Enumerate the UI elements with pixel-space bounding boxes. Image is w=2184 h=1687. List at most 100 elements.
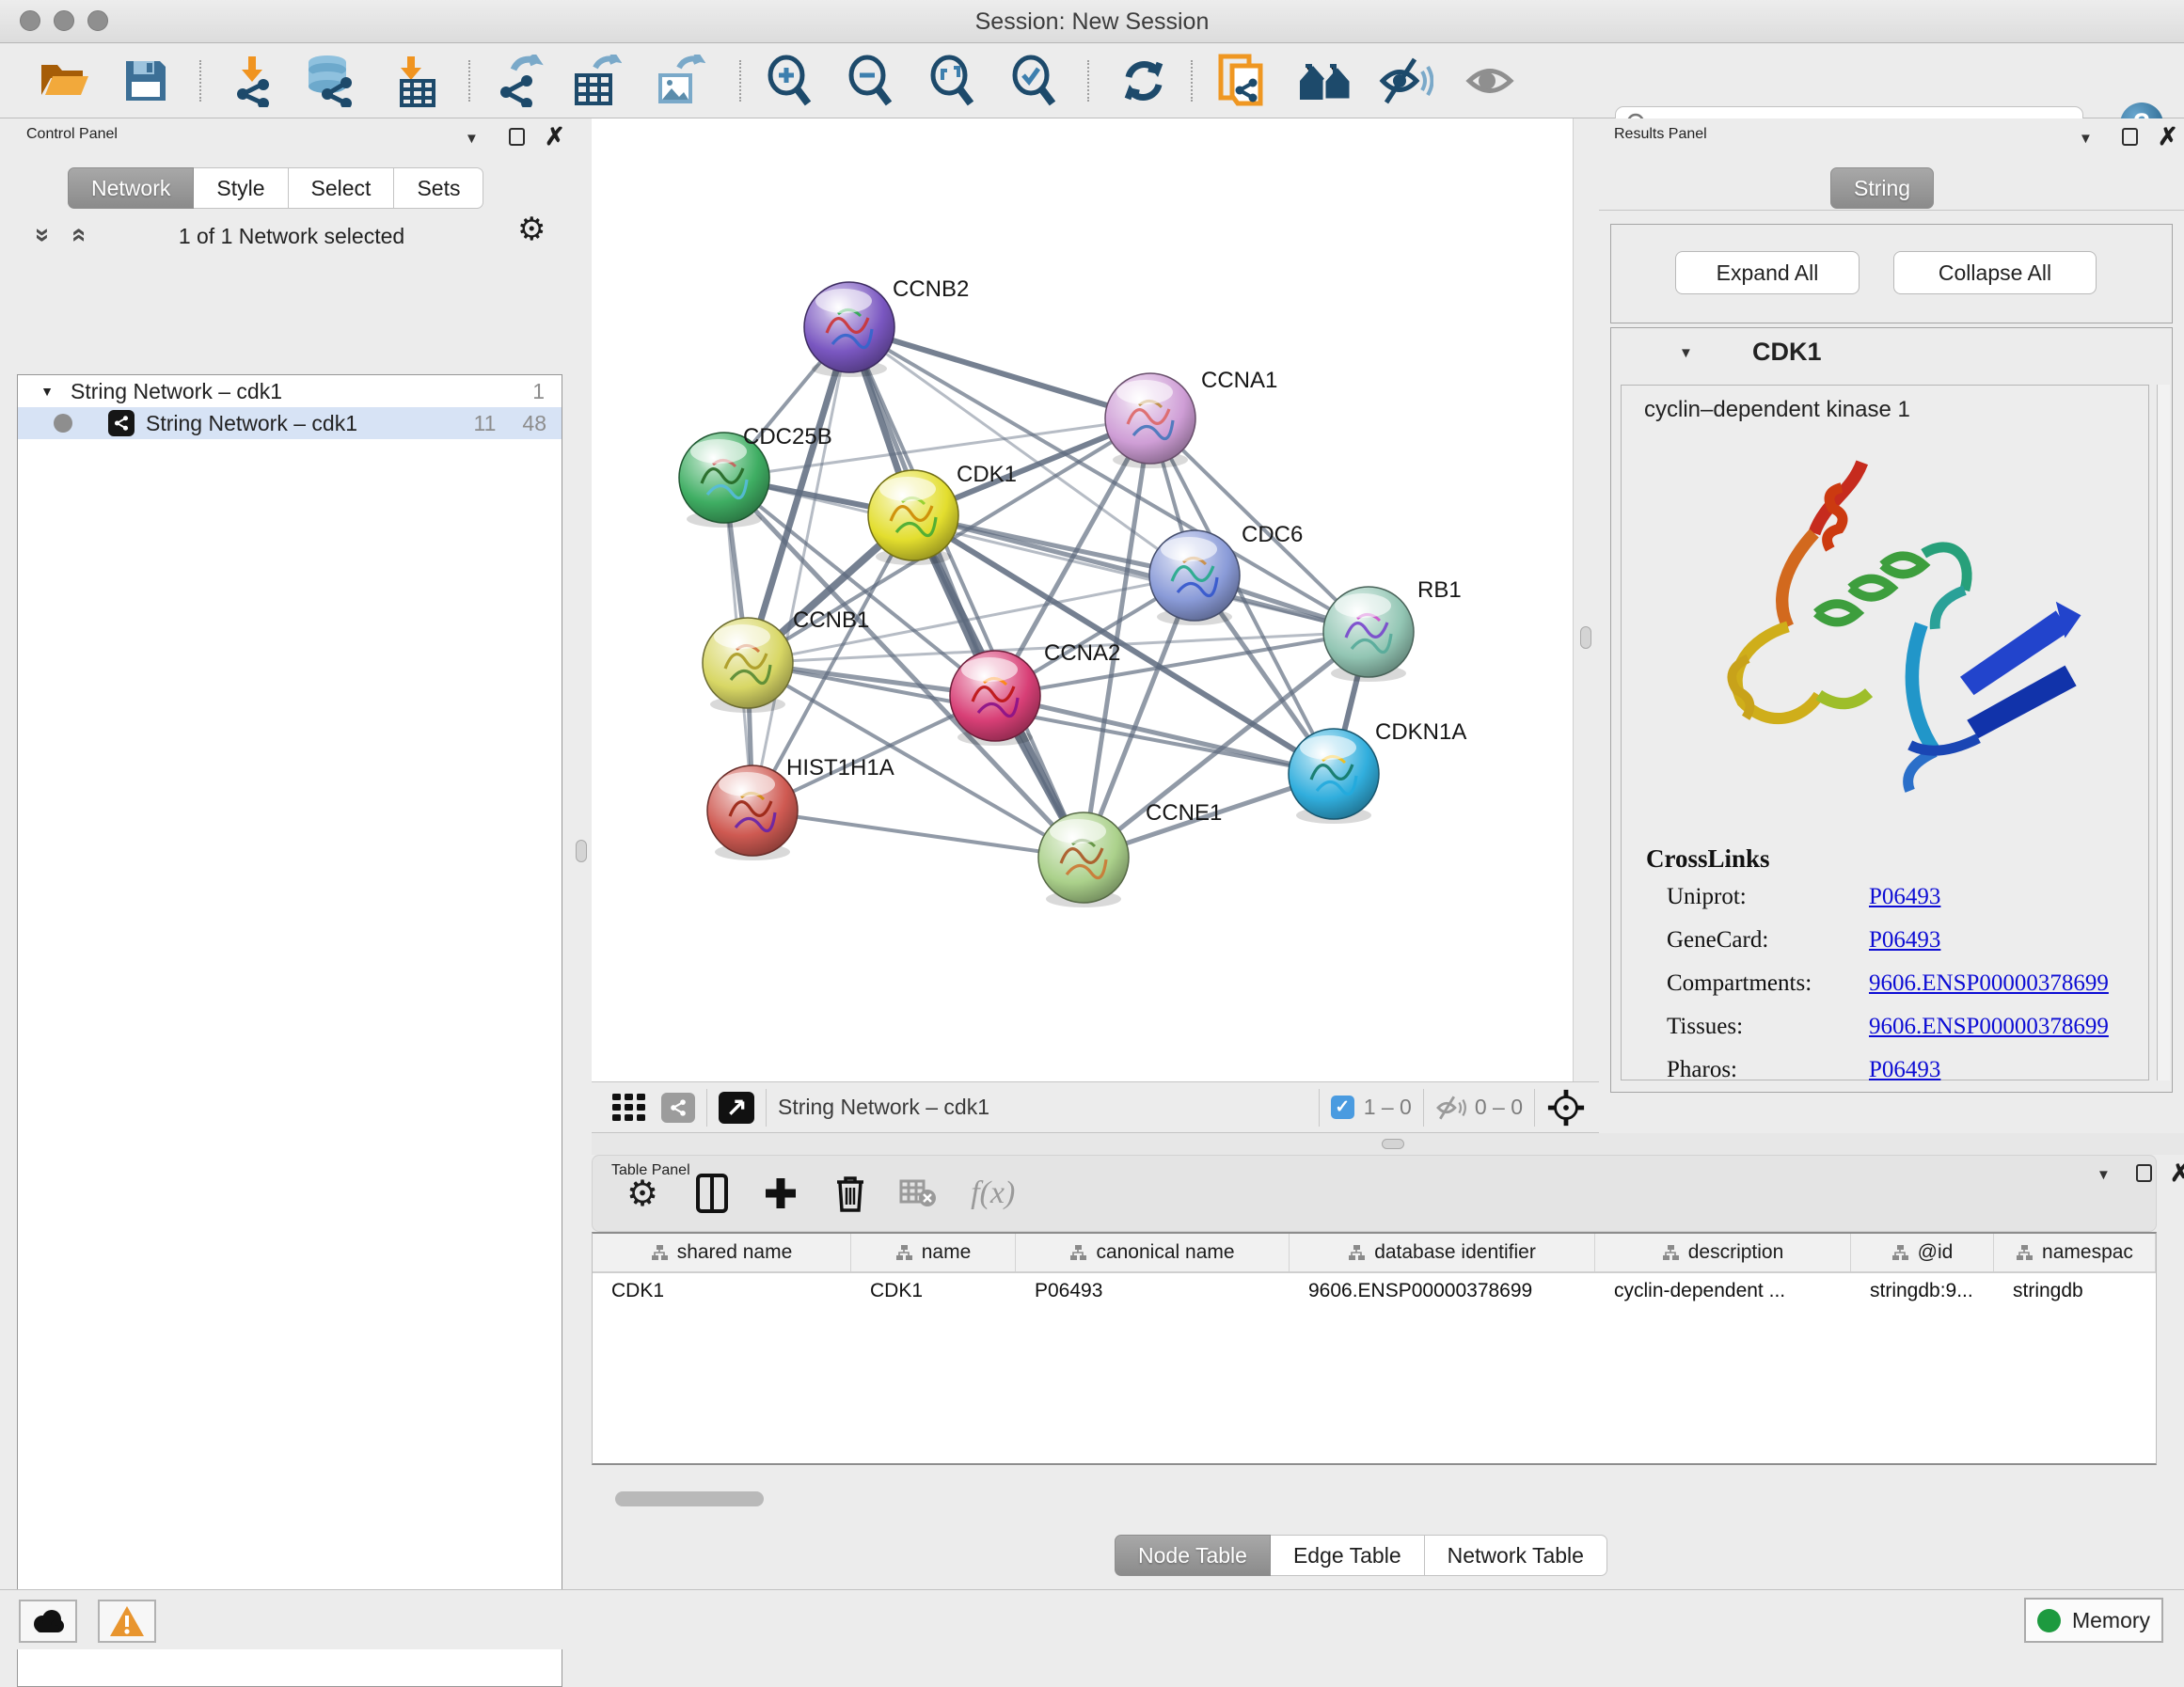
save-session-icon[interactable] bbox=[122, 56, 169, 105]
tab-select[interactable]: Select bbox=[289, 167, 395, 209]
network-canvas[interactable]: CCNB2CCNA1CDC25BCDK1CDC6RB1CCNB1CCNA2CDK… bbox=[592, 118, 1573, 1081]
horizontal-splitter[interactable] bbox=[592, 1133, 2184, 1155]
memory-button[interactable]: Memory bbox=[2024, 1598, 2163, 1643]
column-header-canonical-name[interactable]: canonical name bbox=[1016, 1234, 1290, 1271]
section-expander-icon[interactable]: ▼ bbox=[1679, 345, 1693, 361]
first-neighbors-icon[interactable] bbox=[1296, 56, 1356, 105]
tab-style[interactable]: Style bbox=[194, 167, 288, 209]
column-header-name[interactable]: name bbox=[851, 1234, 1016, 1271]
add-column-icon[interactable] bbox=[764, 1176, 798, 1210]
export-network-icon[interactable] bbox=[495, 56, 549, 105]
table-cell[interactable]: 9606.ENSP00000378699 bbox=[1290, 1273, 1595, 1309]
crosslink-link[interactable]: P06493 bbox=[1869, 927, 1940, 954]
network-node-HIST1H1A[interactable]: HIST1H1A bbox=[707, 755, 894, 860]
selected-nodes-checkbox[interactable]: ✓ bbox=[1331, 1096, 1354, 1119]
network-options-gear-icon[interactable]: ⚙ bbox=[517, 211, 546, 248]
expand-all-button[interactable]: Expand All bbox=[1675, 251, 1860, 294]
network-node-CCNE1[interactable]: CCNE1 bbox=[1038, 800, 1222, 907]
right-splitter[interactable] bbox=[1573, 118, 1599, 1081]
table-cell[interactable]: stringdb:9... bbox=[1851, 1273, 1994, 1309]
zoom-in-icon[interactable] bbox=[764, 56, 815, 105]
export-image-icon[interactable] bbox=[651, 56, 705, 105]
detach-view-icon[interactable] bbox=[719, 1092, 754, 1124]
column-header-@id[interactable]: @id bbox=[1851, 1234, 1994, 1271]
column-type-icon bbox=[1348, 1244, 1365, 1261]
tab-string[interactable]: String bbox=[1830, 167, 1934, 209]
panel-float-icon[interactable] bbox=[2136, 1164, 2152, 1187]
network-edge-HIST1H1A-CCNE1[interactable] bbox=[752, 811, 1084, 858]
network-node-RB1[interactable]: RB1 bbox=[1323, 577, 1462, 682]
table-cell[interactable]: cyclin-dependent ... bbox=[1595, 1273, 1851, 1309]
crosslink-link[interactable]: 9606.ENSP00000378699 bbox=[1869, 970, 2109, 997]
delete-table-icon[interactable] bbox=[899, 1179, 937, 1207]
panel-close-icon[interactable]: ✗ bbox=[2158, 122, 2178, 151]
tree-expander-icon[interactable]: ▼ bbox=[18, 384, 54, 399]
hide-selected-icon[interactable] bbox=[1379, 56, 1433, 105]
table-row[interactable]: CDK1CDK1P064939606.ENSP00000378699cyclin… bbox=[593, 1273, 2156, 1309]
network-row-selected[interactable]: String Network – cdk1 11 48 bbox=[18, 407, 562, 439]
column-header-namespac[interactable]: namespac bbox=[1994, 1234, 2156, 1271]
warnings-button[interactable] bbox=[98, 1600, 156, 1643]
network-node-CCNA1[interactable]: CCNA1 bbox=[1105, 368, 1277, 468]
column-header-shared-name[interactable]: shared name bbox=[593, 1234, 851, 1271]
select-columns-icon[interactable] bbox=[696, 1174, 728, 1213]
import-network-from-database-icon[interactable] bbox=[303, 56, 361, 105]
network-selection-status: 1 of 1 Network selected bbox=[0, 224, 583, 249]
network-view-share-icon[interactable] bbox=[661, 1093, 695, 1123]
network-edge-CCNA2-CDKN1A[interactable] bbox=[995, 696, 1334, 774]
import-network-icon[interactable] bbox=[228, 56, 280, 105]
panel-float-icon[interactable] bbox=[2122, 128, 2138, 150]
table-cell[interactable]: P06493 bbox=[1016, 1273, 1290, 1309]
panel-menu-icon[interactable]: ▼ bbox=[465, 131, 479, 147]
tab-edge-table[interactable]: Edge Table bbox=[1271, 1535, 1425, 1576]
tab-network[interactable]: Network bbox=[68, 167, 194, 209]
toolbar-separator bbox=[1087, 60, 1089, 102]
crosslink-link[interactable]: 9606.ENSP00000378699 bbox=[1869, 1014, 2109, 1040]
export-table-icon[interactable] bbox=[569, 56, 622, 105]
crosslink-label: GeneCard: bbox=[1667, 927, 1869, 954]
clone-network-icon[interactable] bbox=[1215, 56, 1270, 105]
network-node-CDKN1A[interactable]: CDKN1A bbox=[1289, 719, 1466, 824]
table-cell[interactable]: CDK1 bbox=[593, 1273, 851, 1309]
column-header-description[interactable]: description bbox=[1595, 1234, 1851, 1271]
network-collection-row[interactable]: ▼ String Network – cdk1 1 bbox=[18, 375, 562, 407]
show-all-icon[interactable] bbox=[1464, 56, 1518, 105]
tab-network-table[interactable]: Network Table bbox=[1425, 1535, 1607, 1576]
hidden-elements-icon[interactable] bbox=[1435, 1095, 1467, 1121]
horizontal-splitter-handle[interactable] bbox=[1382, 1139, 1404, 1149]
right-splitter-handle[interactable] bbox=[1580, 626, 1591, 649]
cloud-button[interactable] bbox=[19, 1600, 77, 1643]
crosslink-link[interactable]: P06493 bbox=[1869, 1057, 1940, 1083]
table-cell[interactable]: stringdb bbox=[1994, 1273, 2156, 1309]
results-scrollbar[interactable] bbox=[2157, 385, 2170, 1080]
panel-close-icon[interactable]: ✗ bbox=[2170, 1159, 2184, 1188]
tab-node-table[interactable]: Node Table bbox=[1115, 1535, 1271, 1576]
network-node-CCNB1[interactable]: CCNB1 bbox=[703, 607, 869, 713]
tab-sets[interactable]: Sets bbox=[394, 167, 483, 209]
table-horizontal-scrollbar[interactable] bbox=[615, 1491, 764, 1506]
collapse-all-button[interactable]: Collapse All bbox=[1893, 251, 2097, 294]
panel-menu-icon[interactable]: ▼ bbox=[2079, 131, 2093, 147]
left-splitter-handle[interactable] bbox=[576, 840, 587, 862]
zoom-out-icon[interactable] bbox=[845, 56, 895, 105]
panel-float-icon[interactable] bbox=[509, 128, 525, 150]
import-table-icon[interactable] bbox=[390, 56, 439, 105]
zoom-selected-icon[interactable] bbox=[1008, 56, 1059, 105]
open-session-icon[interactable] bbox=[38, 56, 90, 105]
birds-eye-crosshair-icon[interactable] bbox=[1546, 1088, 1586, 1127]
panel-menu-icon[interactable]: ▼ bbox=[2097, 1167, 2111, 1183]
grid-view-icon[interactable] bbox=[612, 1094, 646, 1122]
crosslink-link[interactable]: P06493 bbox=[1869, 884, 1940, 910]
delete-column-icon[interactable] bbox=[835, 1175, 865, 1212]
panel-close-icon[interactable]: ✗ bbox=[545, 122, 565, 151]
toolbar-separator bbox=[1191, 60, 1193, 102]
network-edge-CCNB2-CCNA1[interactable] bbox=[849, 327, 1150, 418]
column-header-database-identifier[interactable]: database identifier bbox=[1290, 1234, 1595, 1271]
network-node-CCNB2[interactable]: CCNB2 bbox=[804, 276, 969, 377]
zoom-fit-icon[interactable] bbox=[926, 56, 977, 105]
network-graph[interactable]: CCNB2CCNA1CDC25BCDK1CDC6RB1CCNB1CCNA2CDK… bbox=[592, 118, 1573, 1081]
refresh-icon[interactable] bbox=[1117, 56, 1170, 105]
table-cell[interactable]: CDK1 bbox=[851, 1273, 1016, 1309]
function-builder-icon[interactable]: f(x) bbox=[971, 1175, 1015, 1211]
column-label: namespac bbox=[2042, 1241, 2133, 1264]
